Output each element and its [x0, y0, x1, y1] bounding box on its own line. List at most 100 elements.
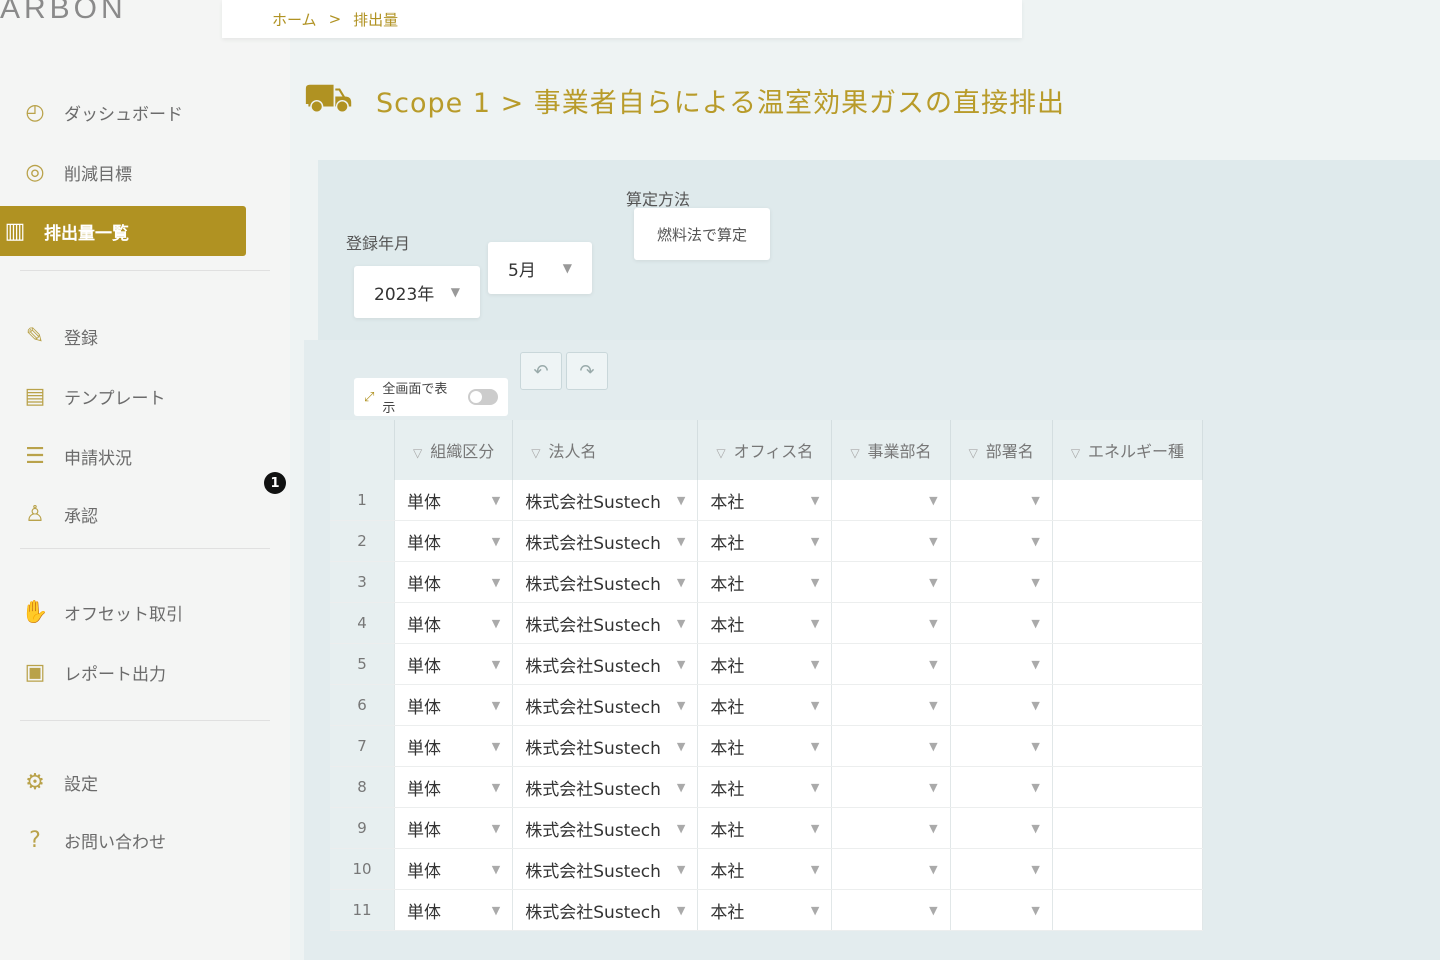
chevron-down-icon[interactable]: ▼: [811, 699, 819, 712]
chevron-down-icon[interactable]: ▼: [677, 576, 685, 589]
chevron-down-icon[interactable]: ▼: [1031, 535, 1039, 548]
chevron-down-icon[interactable]: ▼: [929, 863, 937, 876]
office-cell[interactable]: 本社 ▼: [697, 848, 833, 890]
corporation-cell[interactable]: 株式会社Sustech ▼: [512, 684, 699, 726]
corporation-cell[interactable]: 株式会社Sustech ▼: [512, 520, 699, 562]
chevron-down-icon[interactable]: ▼: [677, 904, 685, 917]
chevron-down-icon[interactable]: ▼: [492, 863, 500, 876]
corporation-cell[interactable]: 株式会社Sustech ▼: [512, 766, 699, 808]
chevron-down-icon[interactable]: ▼: [929, 576, 937, 589]
division-cell[interactable]: ▼: [831, 725, 951, 767]
office-cell[interactable]: 本社 ▼: [697, 766, 833, 808]
department-cell[interactable]: ▼: [950, 602, 1053, 644]
sidebar-item-status[interactable]: ☰ 申請状況: [20, 436, 132, 476]
breadcrumb-home[interactable]: ホーム: [272, 9, 317, 30]
chevron-down-icon[interactable]: ▼: [929, 904, 937, 917]
division-cell[interactable]: ▼: [831, 766, 951, 808]
filter-icon[interactable]: ▽: [969, 446, 978, 460]
chevron-down-icon[interactable]: ▼: [1031, 617, 1039, 630]
org-type-cell[interactable]: 単体 ▼: [394, 561, 514, 603]
toggle-switch[interactable]: [468, 389, 498, 405]
org-type-cell[interactable]: 単体 ▼: [394, 807, 514, 849]
org-type-cell[interactable]: 単体 ▼: [394, 766, 514, 808]
chevron-down-icon[interactable]: ▼: [492, 740, 500, 753]
chevron-down-icon[interactable]: ▼: [929, 740, 937, 753]
chevron-down-icon[interactable]: ▼: [677, 617, 685, 630]
department-cell[interactable]: ▼: [950, 684, 1053, 726]
division-cell[interactable]: ▼: [831, 684, 951, 726]
chevron-down-icon[interactable]: ▼: [811, 740, 819, 753]
year-select[interactable]: 2023年 ▼: [354, 266, 480, 318]
chevron-down-icon[interactable]: ▼: [1031, 658, 1039, 671]
chevron-down-icon[interactable]: ▼: [1031, 863, 1039, 876]
office-cell[interactable]: 本社 ▼: [697, 807, 833, 849]
undo-icon[interactable]: ↶: [520, 352, 562, 390]
division-cell[interactable]: ▼: [831, 520, 951, 562]
department-cell[interactable]: ▼: [950, 807, 1053, 849]
chevron-down-icon[interactable]: ▼: [929, 494, 937, 507]
filter-icon[interactable]: ▽: [413, 446, 422, 460]
fullscreen-toggle[interactable]: ⤢ 全画面で表示: [354, 378, 508, 416]
energy-type-cell[interactable]: [1052, 561, 1204, 603]
org-type-cell[interactable]: 単体 ▼: [394, 520, 514, 562]
org-type-cell[interactable]: 単体 ▼: [394, 643, 514, 685]
corporation-cell[interactable]: 株式会社Sustech ▼: [512, 807, 699, 849]
energy-type-cell[interactable]: [1052, 848, 1204, 890]
chevron-down-icon[interactable]: ▼: [1031, 699, 1039, 712]
office-cell[interactable]: 本社 ▼: [697, 561, 833, 603]
division-cell[interactable]: ▼: [831, 643, 951, 685]
org-type-cell[interactable]: 単体 ▼: [394, 480, 514, 521]
energy-type-cell[interactable]: [1052, 684, 1204, 726]
chevron-down-icon[interactable]: ▼: [677, 535, 685, 548]
filter-icon[interactable]: ▽: [716, 446, 725, 460]
chevron-down-icon[interactable]: ▼: [677, 863, 685, 876]
chevron-down-icon[interactable]: ▼: [811, 863, 819, 876]
chevron-down-icon[interactable]: ▼: [929, 617, 937, 630]
chevron-down-icon[interactable]: ▼: [929, 658, 937, 671]
org-type-cell[interactable]: 単体 ▼: [394, 602, 514, 644]
chevron-down-icon[interactable]: ▼: [1031, 822, 1039, 835]
chevron-down-icon[interactable]: ▼: [492, 904, 500, 917]
month-select[interactable]: 5月 ▼: [488, 242, 592, 294]
filter-icon[interactable]: ▽: [1071, 446, 1080, 460]
corporation-cell[interactable]: 株式会社Sustech ▼: [512, 889, 699, 931]
filter-icon[interactable]: ▽: [531, 446, 540, 460]
chevron-down-icon[interactable]: ▼: [929, 699, 937, 712]
sidebar-item-contact[interactable]: ? お問い合わせ: [20, 820, 166, 860]
energy-type-cell[interactable]: [1052, 480, 1204, 521]
division-cell[interactable]: ▼: [831, 848, 951, 890]
division-cell[interactable]: ▼: [831, 561, 951, 603]
office-cell[interactable]: 本社 ▼: [697, 889, 833, 931]
chevron-down-icon[interactable]: ▼: [929, 781, 937, 794]
chevron-down-icon[interactable]: ▼: [811, 617, 819, 630]
sidebar-item-settings[interactable]: ⚙ 設定: [20, 762, 98, 802]
department-cell[interactable]: ▼: [950, 561, 1053, 603]
chevron-down-icon[interactable]: ▼: [492, 617, 500, 630]
chevron-down-icon[interactable]: ▼: [677, 822, 685, 835]
corporation-cell[interactable]: 株式会社Sustech ▼: [512, 602, 699, 644]
chevron-down-icon[interactable]: ▼: [677, 699, 685, 712]
energy-type-cell[interactable]: [1052, 766, 1204, 808]
office-cell[interactable]: 本社 ▼: [697, 725, 833, 767]
chevron-down-icon[interactable]: ▼: [811, 822, 819, 835]
corporation-cell[interactable]: 株式会社Sustech ▼: [512, 848, 699, 890]
energy-type-cell[interactable]: [1052, 807, 1204, 849]
chevron-down-icon[interactable]: ▼: [811, 781, 819, 794]
energy-type-cell[interactable]: [1052, 520, 1204, 562]
energy-type-cell[interactable]: [1052, 643, 1204, 685]
office-cell[interactable]: 本社 ▼: [697, 480, 833, 521]
sidebar-item-offset[interactable]: ✋ オフセット取引: [20, 592, 183, 632]
department-cell[interactable]: ▼: [950, 766, 1053, 808]
column-header[interactable]: ▽ エネルギー種: [1052, 420, 1204, 480]
corporation-cell[interactable]: 株式会社Sustech ▼: [512, 561, 699, 603]
department-cell[interactable]: ▼: [950, 848, 1053, 890]
corporation-cell[interactable]: 株式会社Sustech ▼: [512, 480, 699, 521]
chevron-down-icon[interactable]: ▼: [492, 576, 500, 589]
chevron-down-icon[interactable]: ▼: [811, 535, 819, 548]
fuel-method-button[interactable]: 燃料法で算定: [634, 208, 770, 260]
office-cell[interactable]: 本社 ▼: [697, 520, 833, 562]
chevron-down-icon[interactable]: ▼: [492, 535, 500, 548]
chevron-down-icon[interactable]: ▼: [811, 576, 819, 589]
chevron-down-icon[interactable]: ▼: [811, 494, 819, 507]
division-cell[interactable]: ▼: [831, 889, 951, 931]
